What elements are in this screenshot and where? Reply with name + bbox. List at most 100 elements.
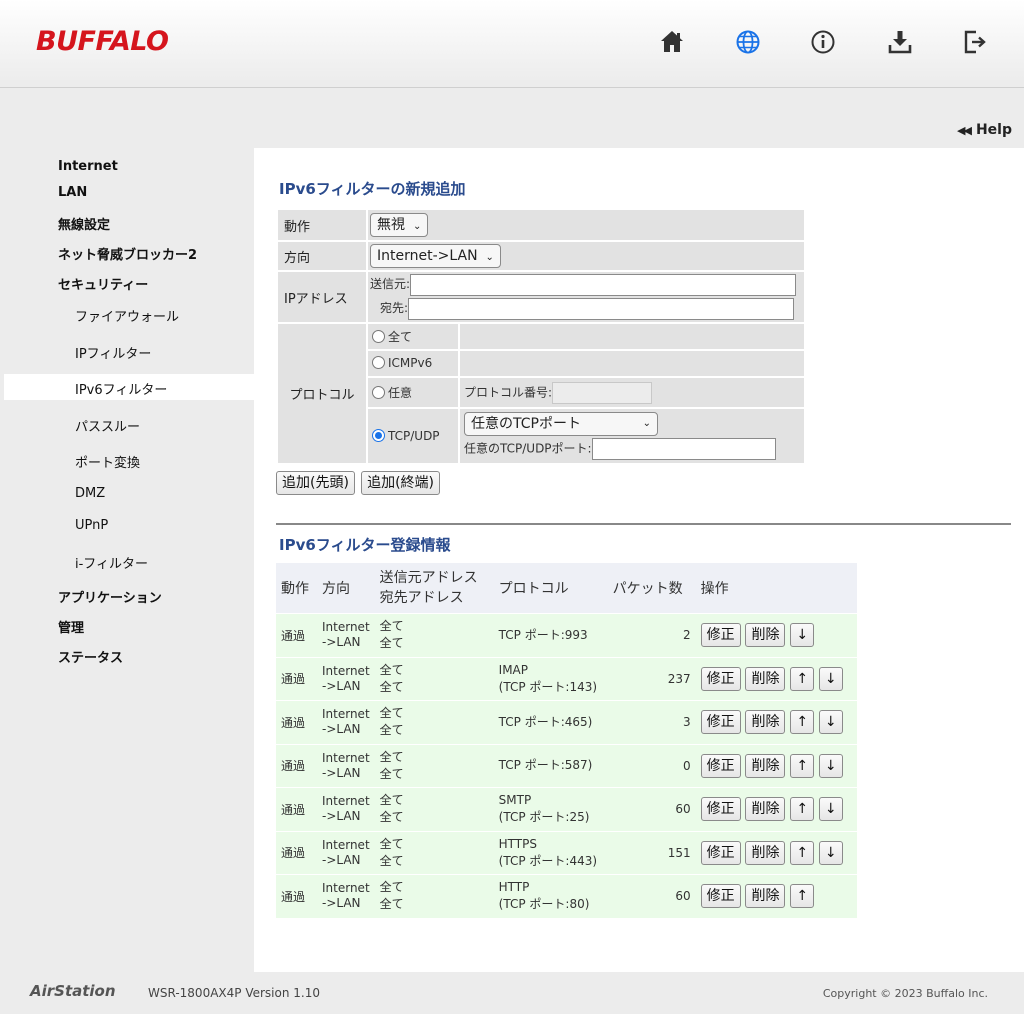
header-address: 送信元アドレス 宛先アドレス [374,563,494,613]
destination-address-input[interactable] [408,297,795,320]
protocol-tcpudp-radio[interactable] [372,428,385,442]
edit-button[interactable]: 修正 [700,753,741,778]
row-direction-line1: Internet [322,707,370,722]
protocol-tcpudp-label: TCP/UDP [388,428,440,443]
move-up-button[interactable]: ↑ [790,666,815,691]
source-address-input[interactable] [410,273,797,296]
move-down-button[interactable]: ↓ [818,666,843,691]
row-protocol-line2: (TCP ポート:80) [498,897,590,912]
help-link[interactable]: ◀◀ Help [957,122,1012,138]
tcp-port-select[interactable]: 任意のTCPポート ⌄ [464,412,658,436]
sidebar-item-lan[interactable]: LAN [58,185,87,200]
sidebar-item-internet[interactable]: Internet [58,159,118,174]
row-packets: 151 [607,830,696,874]
move-down-button[interactable]: ↓ [818,840,843,865]
sidebar-item-application[interactable]: アプリケーション [58,587,162,606]
sidebar-item-ip-filter[interactable]: IPフィルター [75,343,151,362]
row-action: 通過 [276,700,317,744]
airstation-logo: AirStation [30,982,116,1000]
sidebar-item-wireless[interactable]: 無線設定 [58,214,110,233]
row-operations: 修正 削除 ↑ ↓ [695,656,857,700]
sidebar-item-upnp[interactable]: UPnP [75,518,108,533]
row-direction-line2: ->LAN [322,809,361,824]
sidebar-item-firewall[interactable]: ファイアウォール [75,306,179,325]
edit-button[interactable]: 修正 [700,710,741,735]
edit-button[interactable]: 修正 [700,623,741,648]
add-head-button[interactable]: 追加(先頭) [276,471,355,495]
delete-button[interactable]: 削除 [745,840,786,865]
protocol-number-input[interactable] [552,381,653,404]
sidebar-item-ipv6-filter[interactable]: IPv6フィルター [75,379,167,398]
header-operations: 操作 [695,563,857,613]
delete-button[interactable]: 削除 [745,753,786,778]
move-down-button[interactable]: ↓ [790,623,815,648]
row-destination: 全て [379,679,404,694]
row-direction: Internet ->LAN [317,700,375,744]
edit-button[interactable]: 修正 [700,840,741,865]
edit-button[interactable]: 修正 [700,884,741,909]
header-packets: パケット数 [607,563,696,613]
sidebar-item-dmz[interactable]: DMZ [75,486,105,501]
row-address: 全て 全て [374,874,494,918]
download-icon[interactable] [886,28,914,56]
edit-button[interactable]: 修正 [700,666,741,691]
action-select[interactable]: 無視 ⌄ [370,213,429,237]
row-action: 通過 [276,830,317,874]
protocol-all-radio[interactable] [372,330,385,343]
protocol-any-radio[interactable] [372,386,385,399]
move-up-button[interactable]: ↑ [790,753,815,778]
sidebar-item-threat-blocker[interactable]: ネット脅威ブロッカー2 [58,244,197,263]
row-direction-line1: Internet [322,837,370,852]
add-filter-form: 動作 無視 ⌄ 方向 Internet->LAN ⌄ IPアドレス 送信元: 宛… [276,208,806,465]
sidebar-item-i-filter[interactable]: i-フィルター [75,553,148,572]
buffalo-logo[interactable]: BUFFALO [36,26,169,57]
move-up-button[interactable]: ↑ [790,710,815,735]
tcp-udp-port-input[interactable] [591,438,776,460]
delete-button[interactable]: 削除 [745,884,786,909]
add-tail-button[interactable]: 追加(終端) [361,471,441,495]
protocol-all-label: 全て [388,330,413,344]
edit-button[interactable]: 修正 [700,797,741,822]
sidebar-item-passthrough[interactable]: パススルー [75,416,140,435]
destination-label: 宛先: [380,301,409,315]
row-source: 全て [379,793,404,808]
row-address: 全て 全て [374,613,494,657]
move-down-button[interactable]: ↓ [818,710,843,735]
copyright: Copyright © 2023 Buffalo Inc. [822,987,988,1000]
move-up-button[interactable]: ↑ [790,797,815,822]
protocol-icmpv6-radio[interactable] [372,356,385,369]
row-address: 全て 全て [374,787,494,831]
row-protocol: TCP ポート:587) [493,743,608,787]
sidebar-item-port-forward[interactable]: ポート変換 [75,452,140,471]
delete-button[interactable]: 削除 [745,710,786,735]
move-down-button[interactable]: ↓ [818,753,843,778]
sidebar-item-security[interactable]: セキュリティー [58,274,148,293]
move-down-button[interactable]: ↓ [818,797,843,822]
direction-select-value: Internet->LAN [377,248,478,264]
delete-button[interactable]: 削除 [745,666,786,691]
row-direction-line2: ->LAN [322,722,361,737]
registered-filter-table: 動作 方向 送信元アドレス 宛先アドレス プロトコル パケット数 操作 通過 In… [276,563,857,918]
row-action: 通過 [276,743,317,787]
sidebar-item-status[interactable]: ステータス [58,647,123,666]
direction-select[interactable]: Internet->LAN ⌄ [370,244,501,268]
globe-icon[interactable] [734,28,762,56]
table-row: 通過 Internet ->LAN 全て 全て TCP ポート:993 2 修正 削除 ↓ [276,613,857,657]
header-destination-address: 宛先アドレス [379,590,464,606]
move-up-button[interactable]: ↑ [790,884,815,909]
row-direction-line1: Internet [322,794,370,809]
move-up-button[interactable]: ↑ [790,840,815,865]
info-icon[interactable] [809,28,837,56]
row-source: 全て [379,749,404,764]
direction-label: 方向 [278,242,366,270]
home-icon[interactable] [658,28,686,56]
logout-icon[interactable] [961,28,989,56]
firmware-version: WSR-1800AX4P Version 1.10 [148,986,320,1000]
row-protocol: TCP ポート:993 [493,613,608,657]
action-label: 動作 [278,210,366,240]
row-operations: 修正 削除 ↑ ↓ [695,743,857,787]
delete-button[interactable]: 削除 [745,797,786,822]
delete-button[interactable]: 削除 [745,623,786,648]
sidebar-item-admin[interactable]: 管理 [58,617,84,636]
row-destination: 全て [379,810,404,825]
